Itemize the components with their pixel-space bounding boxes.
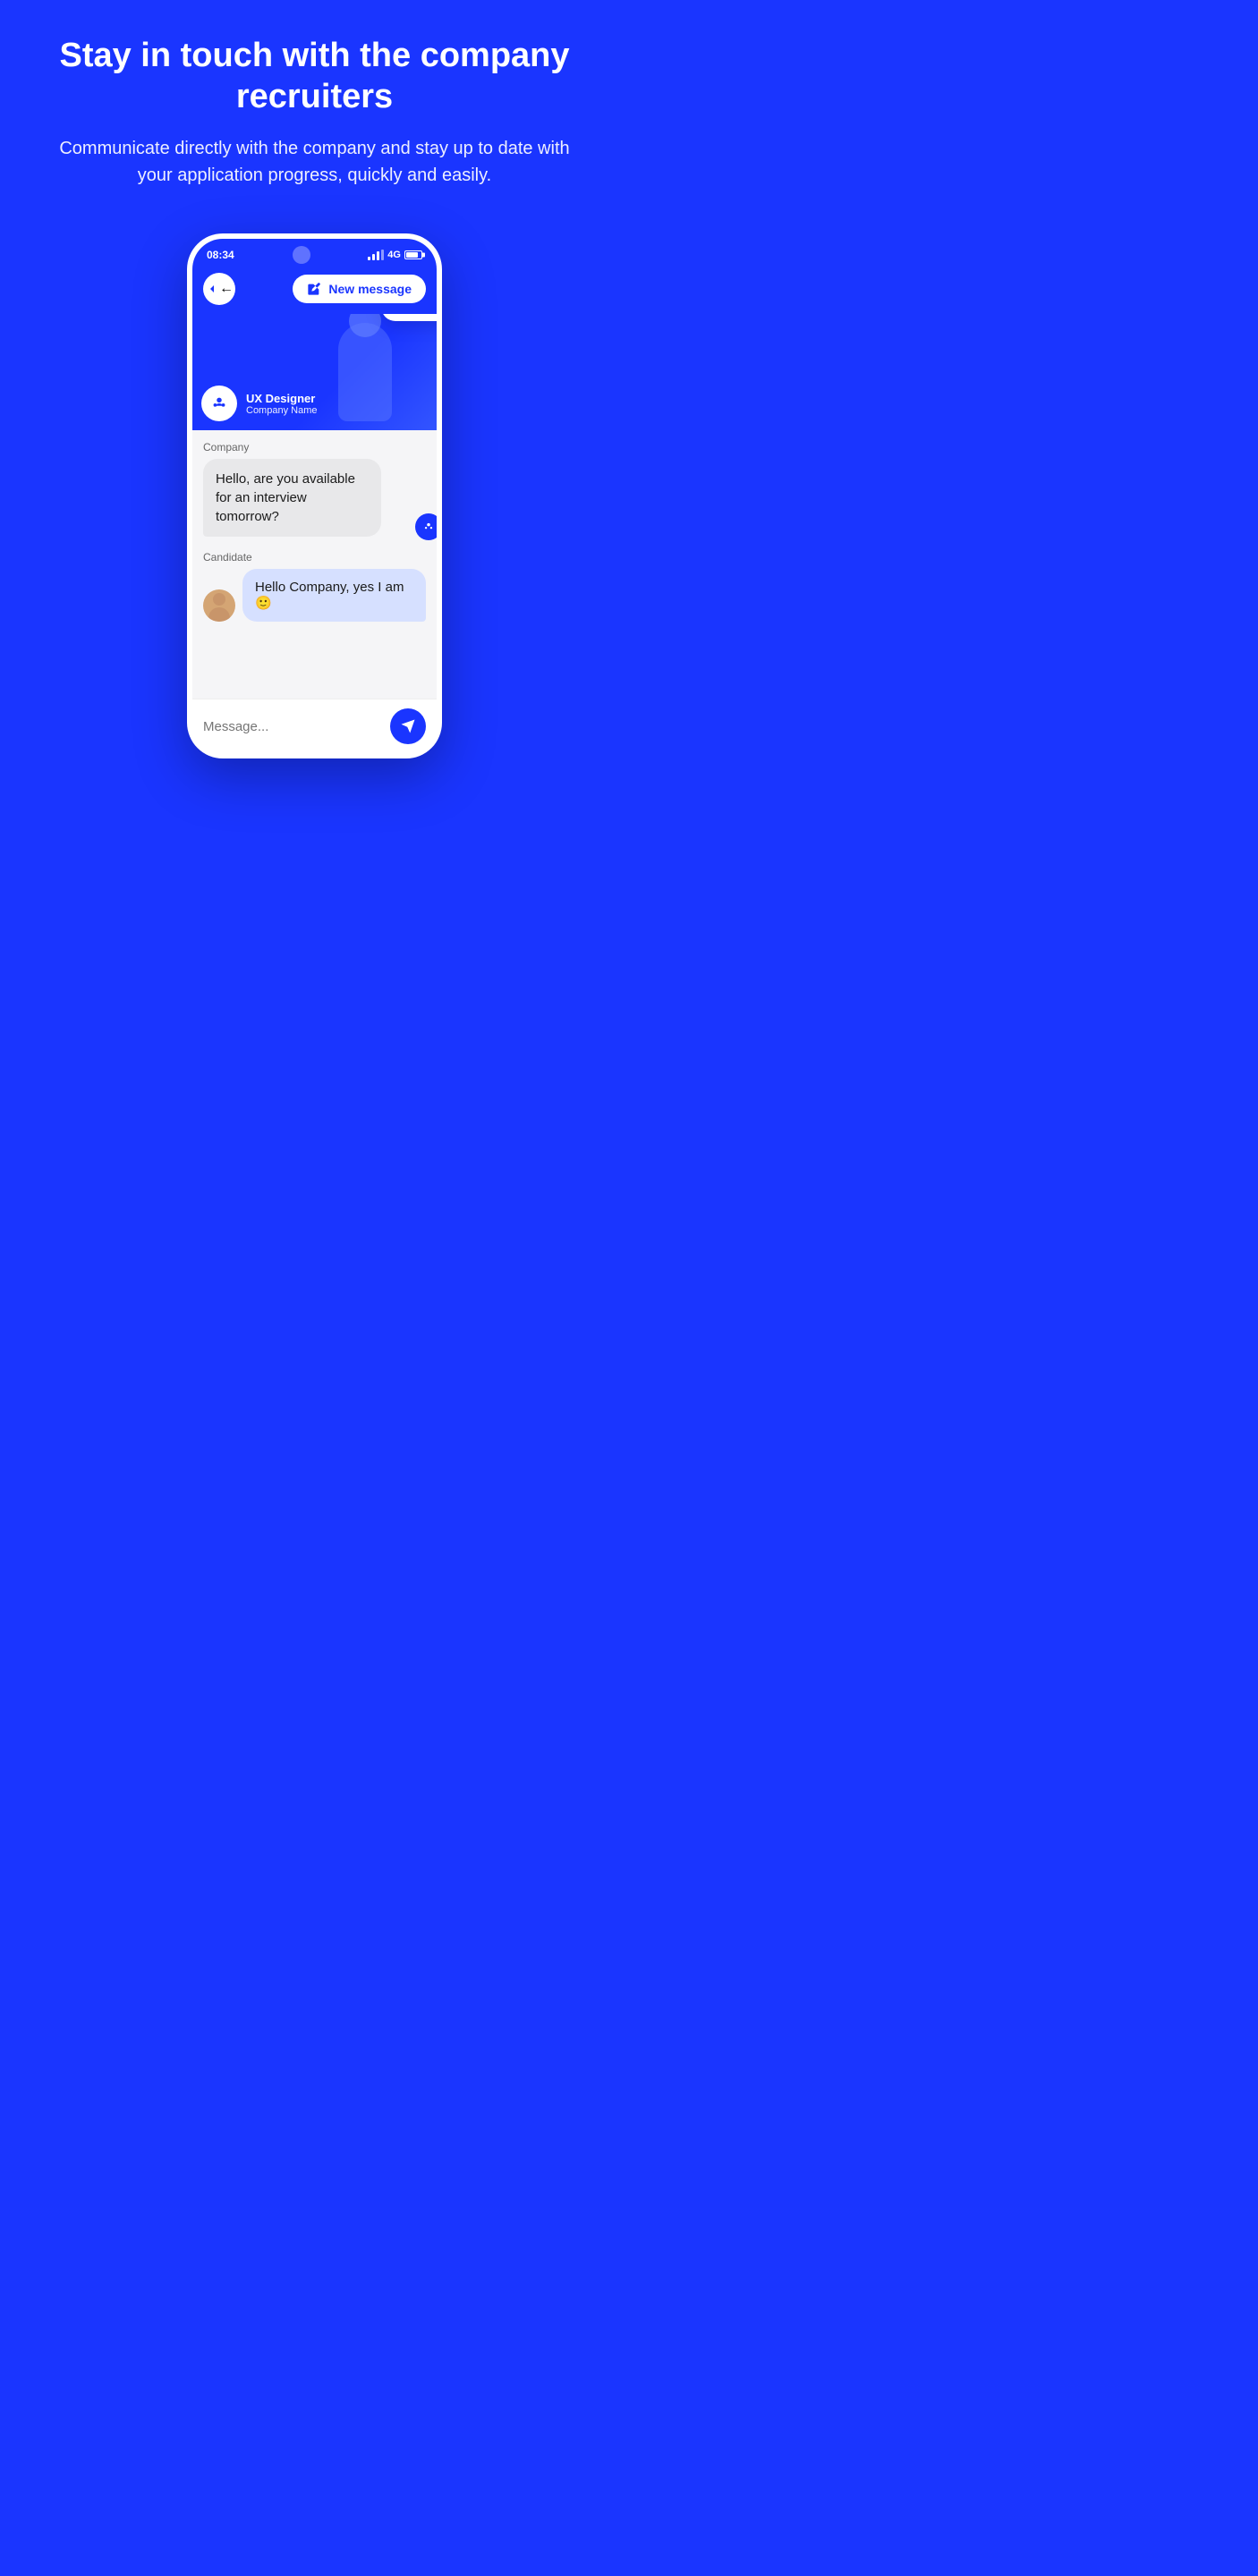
candidate-message-text: Hello Company, yes I am 🙂 [255, 580, 404, 611]
edit-icon [307, 282, 321, 296]
company-sender-label: Company [203, 441, 426, 453]
signal-icon [368, 250, 384, 260]
message-input[interactable] [203, 719, 381, 734]
company-message-bubble: Hello, are you available for an intervie… [203, 459, 381, 537]
chat-area: Company Hello, are you available for an … [192, 430, 437, 699]
back-button[interactable]: ← [203, 273, 235, 305]
job-avatar [201, 386, 237, 421]
arrow-left-icon [205, 282, 219, 296]
phone-wrapper: 08:34 4G ← [0, 233, 629, 776]
nav-bar: ← New message [192, 267, 437, 314]
new-message-button[interactable]: New message [293, 275, 426, 303]
job-card: UX Designer Company Name [201, 386, 317, 421]
candidate-sender-label: Candidate [203, 551, 426, 564]
candidate-message-row: Hello Company, yes I am 🙂 [203, 569, 426, 622]
company-message-text: Hello, are you available for an intervie… [216, 471, 355, 524]
message-input-area [192, 699, 437, 753]
candidate-section: Candidate Hello Company, yes I am 🙂 [203, 551, 426, 622]
hero-section: Stay in touch with the company recruiter… [0, 0, 629, 207]
send-button[interactable] [390, 708, 426, 744]
company-avatar-small [415, 513, 442, 540]
candidate-avatar [203, 589, 235, 622]
job-title: UX Designer [246, 392, 317, 405]
hero-subtitle: Communicate directly with the company an… [54, 135, 575, 189]
new-message-label: New message [328, 282, 412, 296]
status-time: 08:34 [207, 249, 234, 261]
status-right: 4G [368, 250, 422, 260]
person-image [320, 314, 410, 430]
hero-title: Stay in touch with the company recruiter… [54, 36, 575, 117]
network-type: 4G [387, 250, 401, 260]
job-avatar-icon [209, 394, 229, 413]
job-company: Company Name [246, 405, 317, 416]
phone-hero-area: UX Designer Company Name [192, 314, 437, 430]
battery-icon [404, 250, 422, 259]
candidate-message-bubble: Hello Company, yes I am 🙂 [242, 569, 426, 622]
job-info: UX Designer Company Name [246, 392, 317, 416]
send-icon [400, 718, 416, 734]
company-avatar-icon [422, 521, 435, 533]
phone-frame: 08:34 4G ← [187, 233, 442, 758]
status-bar: 08:34 4G [192, 239, 437, 267]
